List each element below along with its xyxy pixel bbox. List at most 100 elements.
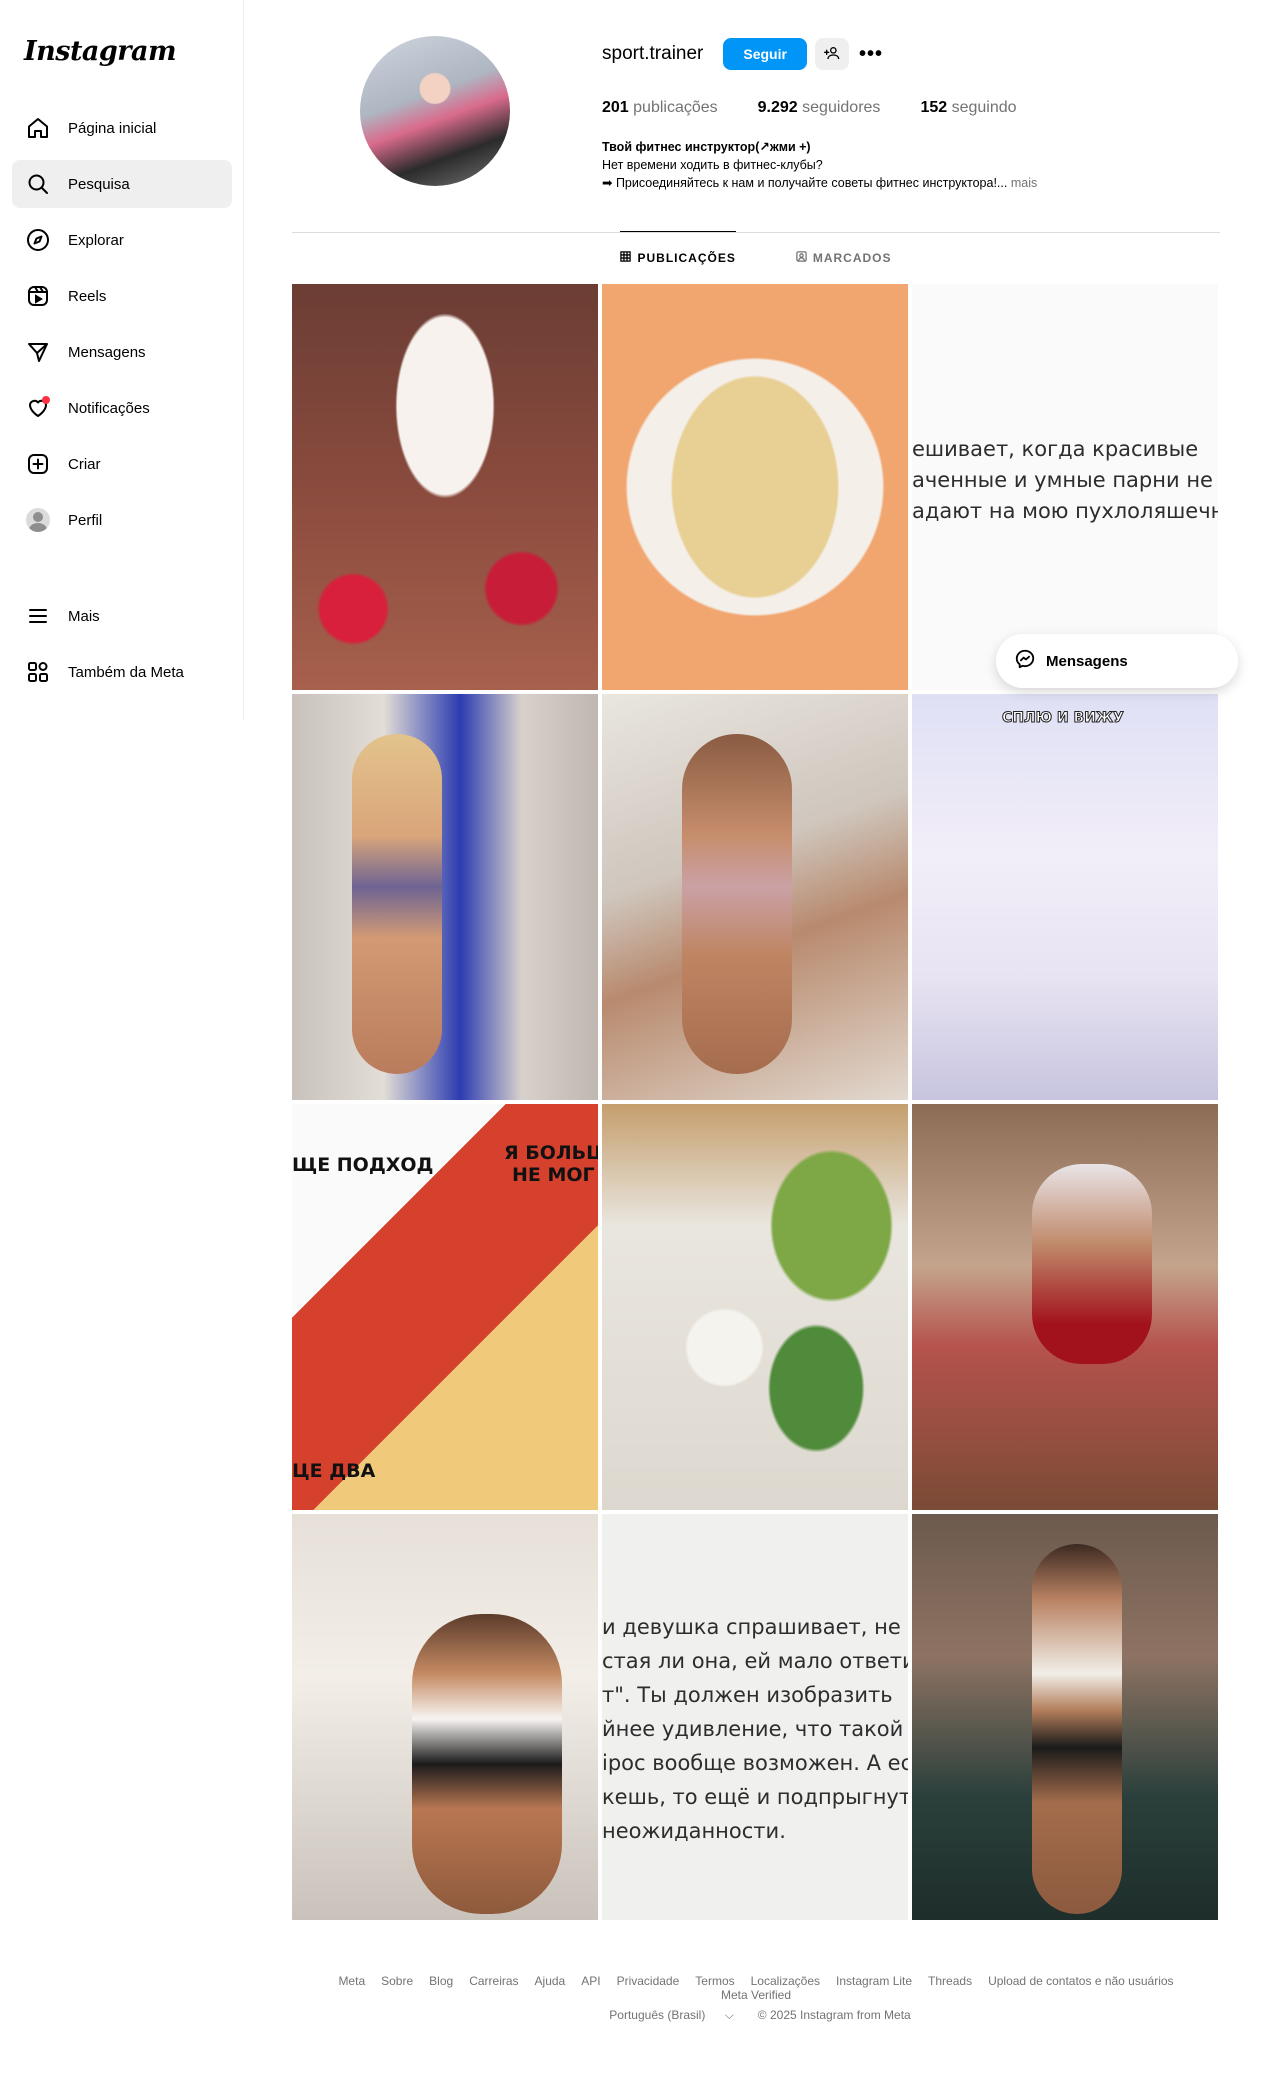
sidebar-item-explore[interactable]: Explorar (12, 216, 232, 264)
post-thumbnail[interactable] (292, 1514, 598, 1920)
profile-tabs: PUBLICAÇÕES MARCADOS (292, 231, 1220, 284)
plus-square-icon (24, 450, 52, 478)
footer-link[interactable]: Sobre (381, 1974, 413, 1988)
sidebar-nav: Página inicial Pesquisa Explorar Reels M… (12, 104, 232, 704)
sidebar-item-label: Criar (68, 455, 101, 473)
followers-label: seguidores (802, 99, 881, 116)
bio-line-1: Нет времени ходить в фитнес-клубы? (602, 158, 823, 172)
sidebar-item-reels[interactable]: Reels (12, 272, 232, 320)
post-thumbnail[interactable] (602, 1104, 908, 1510)
profile-stats: 201 publicações 9.292 seguidores 152 seg… (602, 99, 1057, 117)
sidebar-item-notifications[interactable]: Notificações (12, 384, 232, 432)
post-thumbnail[interactable] (292, 284, 598, 690)
sidebar-item-label: Também da Meta (68, 663, 184, 681)
following-count: 152 (920, 99, 948, 116)
follow-button[interactable]: Seguir (723, 38, 807, 70)
tab-label: MARCADOS (812, 251, 892, 265)
footer-link[interactable]: Carreiras (469, 1974, 518, 1988)
post-text: ешивает, когда красивые аченные и умные … (912, 434, 1218, 527)
instagram-logo[interactable]: Instagram (24, 36, 177, 67)
post-thumbnail[interactable] (602, 284, 908, 690)
messages-float-label: Mensagens (1046, 652, 1128, 670)
posts-label: publicações (633, 99, 718, 116)
profile-bio: Твой фитнес инструктор(↗жми +) Нет време… (602, 138, 1122, 192)
post-thumbnail[interactable]: ешивает, когда красивые аченные и умные … (912, 284, 1218, 690)
post-thumbnail[interactable]: ЩЕ ПОДХОД Я БОЛЬШ НЕ МОГ ЦЕ ДВА (292, 1104, 598, 1510)
post-thumbnail[interactable]: и девушка спрашивает, не стая ли она, ей… (602, 1514, 908, 1920)
sidebar-item-messages[interactable]: Mensagens (12, 328, 232, 376)
compass-icon (24, 226, 52, 254)
sidebar-item-label: Explorar (68, 231, 124, 249)
bio-line-2: ➡ Присоединяйтесь к нам и получайте сове… (602, 176, 1008, 190)
bio-more-link[interactable]: mais (1011, 176, 1037, 190)
post-thumbnail[interactable] (912, 1514, 1218, 1920)
comic-title: СПЛЮ И ВИЖУ (1002, 710, 1125, 727)
send-icon (24, 338, 52, 366)
following-label: seguindo (951, 99, 1017, 116)
profile-avatar[interactable] (360, 36, 510, 186)
footer-link[interactable]: Blog (429, 1974, 453, 1988)
footer-link[interactable]: Threads (928, 1974, 972, 1988)
messenger-icon (1014, 648, 1046, 674)
footer-link[interactable]: API (581, 1974, 600, 1988)
sidebar-item-more[interactable]: Mais (12, 592, 232, 640)
footer-link[interactable]: Ajuda (535, 1974, 566, 1988)
tab-tagged[interactable]: MARCADOS (796, 232, 892, 284)
footer-link[interactable]: Termos (695, 1974, 734, 1988)
language-selector[interactable]: Português (Brasil) ⌵ (601, 2008, 742, 2023)
chevron-down-icon: ⌵ (724, 2008, 734, 2022)
notification-dot (42, 396, 50, 404)
tag-icon (796, 251, 807, 265)
suggested-accounts-button[interactable] (814, 38, 849, 70)
followers-stat[interactable]: 9.292 seguidores (758, 99, 881, 117)
post-text-line: кешь, то ещё и подпрыгнуть (602, 1785, 908, 1809)
sidebar-item-home[interactable]: Página inicial (12, 104, 232, 152)
menu-icon (24, 602, 52, 630)
sidebar-item-also-from-meta[interactable]: Também da Meta (12, 648, 232, 696)
posts-stat: 201 publicações (602, 99, 718, 117)
avatar (24, 506, 52, 534)
comic-text: ЦЕ ДВА (292, 1460, 376, 1482)
post-thumbnail[interactable] (602, 694, 908, 1100)
comic-text: Я БОЛЬШ НЕ МОГ (504, 1142, 598, 1186)
post-text-line: адают на мою пухлоляшечно (912, 499, 1218, 523)
post-text-line: ipoc вообще возможен. А есл (602, 1751, 908, 1775)
sidebar-item-label: Mensagens (68, 343, 146, 361)
post-thumbnail[interactable] (912, 1104, 1218, 1510)
sidebar-item-search[interactable]: Pesquisa (12, 160, 232, 208)
sidebar-item-label: Pesquisa (68, 175, 130, 193)
footer-link[interactable]: Localizações (751, 1974, 820, 1988)
grid-icon (620, 250, 632, 265)
copyright: © 2025 Instagram from Meta (757, 2008, 911, 2022)
footer-link[interactable]: Privacidade (617, 1974, 680, 1988)
messages-floating-button[interactable]: Mensagens (996, 634, 1238, 688)
post-text: и девушка спрашивает, не стая ли она, ей… (602, 1610, 908, 1848)
sidebar-item-label: Página inicial (68, 119, 157, 137)
post-text-line: йнее удивление, что такой (602, 1717, 904, 1741)
sidebar-item-create[interactable]: Criar (12, 440, 232, 488)
sidebar-item-profile[interactable]: Perfil (12, 496, 232, 544)
following-stat[interactable]: 152 seguindo (920, 99, 1016, 117)
footer-links: Meta Sobre Blog Carreiras Ajuda API Priv… (292, 1974, 1220, 2002)
more-options-icon[interactable]: ••• (859, 43, 883, 66)
comic-text-line: Я БОЛЬШ (504, 1142, 598, 1164)
profile-header-row: sport.trainer Seguir ••• (602, 38, 883, 70)
footer-link[interactable]: Upload de contatos e não usuários (988, 1974, 1173, 1988)
post-thumbnail[interactable] (292, 694, 598, 1100)
post-thumbnail[interactable]: СПЛЮ И ВИЖУ (912, 694, 1218, 1100)
footer-link[interactable]: Instagram Lite (836, 1974, 912, 1988)
footer-bottom: Português (Brasil) ⌵ © 2025 Instagram fr… (292, 2008, 1220, 2023)
post-text-line: ешивает, когда красивые (912, 437, 1199, 461)
add-person-icon (823, 45, 840, 64)
meta-apps-icon (24, 658, 52, 686)
post-text-line: неожиданности. (602, 1819, 786, 1843)
profile-username: sport.trainer (602, 43, 704, 64)
followers-count: 9.292 (757, 99, 798, 116)
footer-link[interactable]: Meta (338, 1974, 365, 1988)
tab-posts[interactable]: PUBLICAÇÕES (620, 231, 736, 283)
comic-text-line: НЕ МОГ (512, 1164, 595, 1186)
sidebar-item-label: Mais (68, 607, 100, 625)
sidebar: Instagram Página inicial Pesquisa Explor… (0, 0, 244, 720)
footer-link[interactable]: Meta Verified (721, 1988, 791, 2002)
sidebar-item-label: Perfil (68, 511, 103, 529)
